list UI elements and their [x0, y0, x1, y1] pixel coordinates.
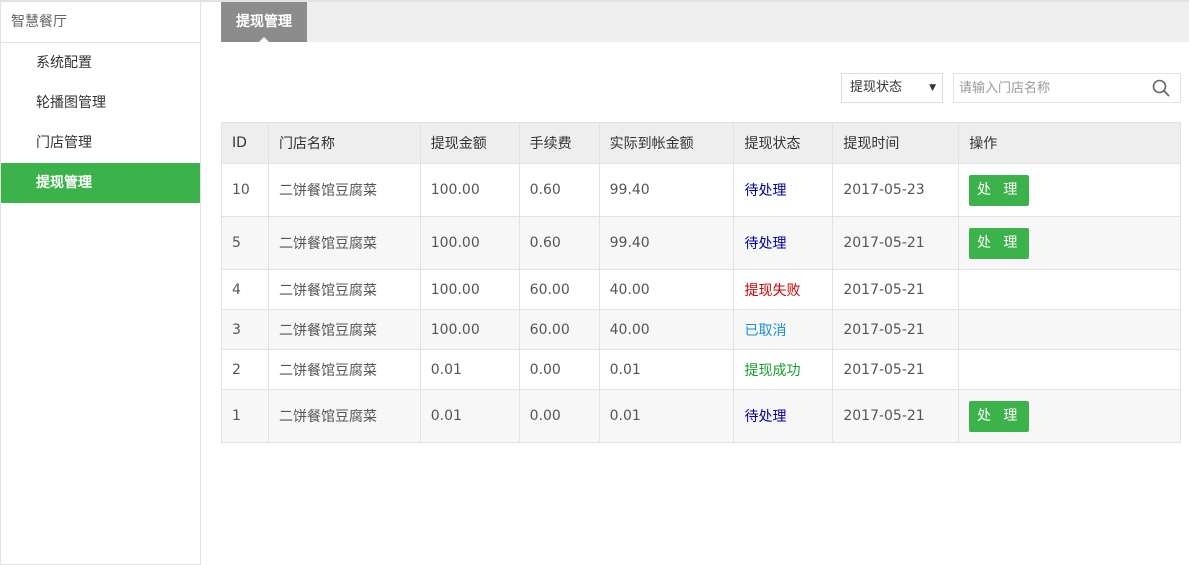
cell-fee: 60.00	[518, 309, 600, 350]
sidebar-item-withdrawals[interactable]: 提现管理	[1, 163, 200, 203]
header-id: ID	[221, 122, 269, 164]
cell-action: 处 理	[958, 163, 1181, 217]
process-button[interactable]: 处 理	[969, 227, 1030, 259]
header-fee: 手续费	[518, 122, 600, 164]
cell-id: 3	[221, 309, 269, 350]
cell-actual-amount: 99.40	[598, 163, 735, 217]
cell-store-name: 二饼餐馆豆腐菜	[267, 309, 421, 350]
cell-id: 2	[221, 349, 269, 390]
tab-bar: 提现管理	[221, 2, 1189, 42]
table-row: 3 二饼餐馆豆腐菜 100.00 60.00 40.00 已取消 2017-05…	[221, 309, 1181, 350]
brand-title: 智慧餐厅	[1, 2, 200, 43]
app-root: 智慧餐厅 系统配置 轮播图管理 门店管理 提现管理 提现管理 提现状态 ▼ ID…	[0, 0, 1189, 565]
cell-time: 2017-05-21	[832, 216, 960, 270]
header-status: 提现状态	[733, 122, 834, 164]
cell-actual-amount: 99.40	[598, 216, 735, 270]
search-box	[953, 73, 1181, 103]
cell-time: 2017-05-21	[832, 389, 960, 443]
cell-status: 待处理	[733, 389, 834, 443]
header-action: 操作	[958, 122, 1181, 164]
withdrawal-table: ID 门店名称 提现金额 手续费 实际到帐金额 提现状态 提现时间 操作 10 …	[221, 122, 1181, 443]
tab-label: 提现管理	[236, 14, 292, 30]
status-filter-value: 提现状态	[850, 80, 903, 95]
cell-fee: 0.60	[518, 216, 600, 270]
table-row: 2 二饼餐馆豆腐菜 0.01 0.00 0.01 提现成功 2017-05-21	[221, 349, 1181, 390]
cell-fee: 60.00	[518, 269, 600, 310]
status-filter-select[interactable]: 提现状态 ▼	[841, 73, 943, 103]
cell-status: 提现失败	[733, 269, 834, 310]
cell-action	[958, 349, 1181, 390]
table-header-row: ID 门店名称 提现金额 手续费 实际到帐金额 提现状态 提现时间 操作	[221, 122, 1181, 164]
cell-amount: 0.01	[419, 349, 520, 390]
cell-time: 2017-05-21	[832, 309, 960, 350]
cell-fee: 0.60	[518, 163, 600, 217]
header-time: 提现时间	[832, 122, 960, 164]
cell-actual-amount: 0.01	[598, 349, 735, 390]
cell-time: 2017-05-21	[832, 269, 960, 310]
cell-actual-amount: 40.00	[598, 269, 735, 310]
cell-fee: 0.00	[518, 389, 600, 443]
sidebar-item-carousel[interactable]: 轮播图管理	[1, 83, 200, 123]
table-row: 4 二饼餐馆豆腐菜 100.00 60.00 40.00 提现失败 2017-0…	[221, 269, 1181, 310]
store-search-input[interactable]	[954, 74, 1144, 102]
cell-actual-amount: 0.01	[598, 389, 735, 443]
cell-status: 待处理	[733, 216, 834, 270]
cell-store-name: 二饼餐馆豆腐菜	[267, 163, 421, 217]
header-store-name: 门店名称	[267, 122, 421, 164]
tab-withdrawals[interactable]: 提现管理	[221, 2, 307, 42]
process-button[interactable]: 处 理	[969, 174, 1030, 206]
tab-caret-icon	[259, 37, 269, 42]
table-row: 5 二饼餐馆豆腐菜 100.00 0.60 99.40 待处理 2017-05-…	[221, 216, 1181, 270]
cell-id: 4	[221, 269, 269, 310]
cell-status: 待处理	[733, 163, 834, 217]
cell-time: 2017-05-23	[832, 163, 960, 217]
cell-actual-amount: 40.00	[598, 309, 735, 350]
cell-time: 2017-05-21	[832, 349, 960, 390]
cell-store-name: 二饼餐馆豆腐菜	[267, 216, 421, 270]
cell-amount: 0.01	[419, 389, 520, 443]
dropdown-arrow-icon: ▼	[929, 83, 936, 93]
cell-action: 处 理	[958, 389, 1181, 443]
search-icon[interactable]	[1152, 79, 1170, 97]
sidebar-item-stores[interactable]: 门店管理	[1, 123, 200, 163]
table-row: 10 二饼餐馆豆腐菜 100.00 0.60 99.40 待处理 2017-05…	[221, 163, 1181, 217]
header-actual-amount: 实际到帐金额	[598, 122, 735, 164]
cell-store-name: 二饼餐馆豆腐菜	[267, 269, 421, 310]
cell-amount: 100.00	[419, 309, 520, 350]
table-row: 1 二饼餐馆豆腐菜 0.01 0.00 0.01 待处理 2017-05-21 …	[221, 389, 1181, 443]
sidebar: 智慧餐厅 系统配置 轮播图管理 门店管理 提现管理	[0, 0, 201, 565]
cell-action: 处 理	[958, 216, 1181, 270]
cell-amount: 100.00	[419, 269, 520, 310]
cell-status: 提现成功	[733, 349, 834, 390]
sidebar-item-system-config[interactable]: 系统配置	[1, 43, 200, 83]
cell-status: 已取消	[733, 309, 834, 350]
cell-id: 1	[221, 389, 269, 443]
header-amount: 提现金额	[419, 122, 520, 164]
cell-id: 10	[221, 163, 269, 217]
cell-amount: 100.00	[419, 163, 520, 217]
cell-fee: 0.00	[518, 349, 600, 390]
cell-action	[958, 269, 1181, 310]
cell-amount: 100.00	[419, 216, 520, 270]
cell-id: 5	[221, 216, 269, 270]
process-button[interactable]: 处 理	[969, 400, 1030, 432]
cell-store-name: 二饼餐馆豆腐菜	[267, 389, 421, 443]
cell-store-name: 二饼餐馆豆腐菜	[267, 349, 421, 390]
cell-action	[958, 309, 1181, 350]
